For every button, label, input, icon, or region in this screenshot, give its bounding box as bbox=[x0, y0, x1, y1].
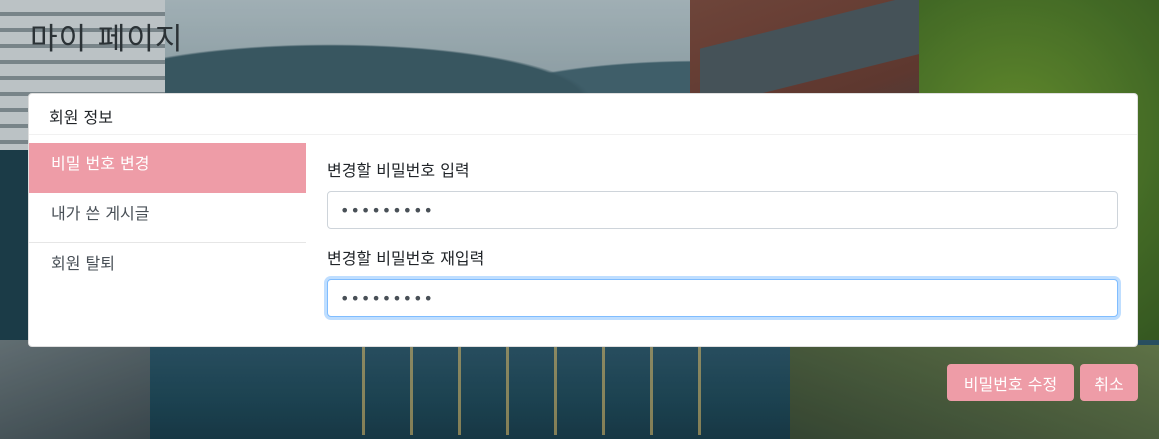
confirm-password-input[interactable] bbox=[327, 279, 1118, 317]
new-password-label: 변경할 비밀번호 입력 bbox=[327, 161, 470, 180]
card-body: 비밀 번호 변경 내가 쓴 게시글 회원 탈퇴 변경할 비밀번호 입력 변경할 … bbox=[29, 135, 1137, 346]
new-password-input[interactable] bbox=[327, 191, 1118, 229]
menu-item-withdraw[interactable]: 회원 탈퇴 bbox=[29, 243, 306, 293]
card-header: 회원 정보 bbox=[29, 94, 1137, 135]
menu-item-my-posts[interactable]: 내가 쓴 게시글 bbox=[29, 193, 306, 243]
menu-item-change-password[interactable]: 비밀 번호 변경 bbox=[29, 143, 306, 193]
cancel-button[interactable]: 취소 bbox=[1080, 364, 1138, 401]
change-password-button[interactable]: 비밀번호 수정 bbox=[947, 364, 1074, 401]
password-form: 변경할 비밀번호 입력 변경할 비밀번호 재입력 bbox=[306, 135, 1137, 346]
side-menu: 비밀 번호 변경 내가 쓴 게시글 회원 탈퇴 bbox=[29, 135, 306, 346]
member-info-card: 회원 정보 비밀 번호 변경 내가 쓴 게시글 회원 탈퇴 변경할 비밀번호 입… bbox=[28, 93, 1138, 347]
confirm-password-label: 변경할 비밀번호 재입력 bbox=[327, 249, 485, 268]
page-title: 마이 페이지 bbox=[30, 22, 184, 57]
